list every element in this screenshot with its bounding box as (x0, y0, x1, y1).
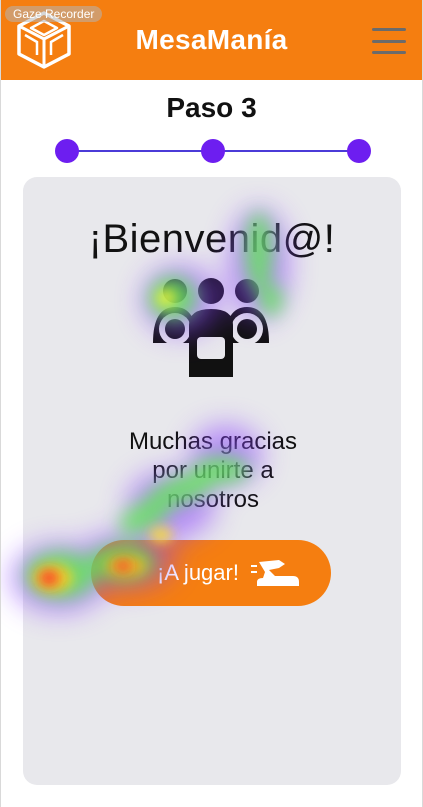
step-dot-3 (347, 139, 371, 163)
play-button-label: ¡A jugar! (157, 560, 239, 585)
step-dot-2 (201, 139, 225, 163)
game-piece-icon (250, 560, 299, 586)
watermark: Gaze Recorder (5, 6, 103, 22)
progress-stepper (55, 139, 371, 163)
app-screen: Gaze Recorder MesaManía Paso 3 ¡Bienveni… (0, 0, 423, 807)
thanks-line-2: por unirte a (152, 457, 274, 484)
group-of-people-icon (153, 278, 269, 377)
play-button[interactable]: ¡A jugar! (91, 540, 331, 606)
welcome-card: ¡Bienvenid@! Muchas gracias por unirte a… (23, 177, 401, 785)
thanks-line-1: Muchas gracias (128, 428, 298, 455)
step-title: Paso 3 (166, 92, 257, 123)
hamburger-menu-icon[interactable] (372, 28, 406, 54)
thanks-line-3: nosotros (166, 486, 260, 513)
welcome-heading: ¡Bienvenid@! (88, 217, 336, 261)
thanks-message: Muchas gracias por unirte a nosotros (63, 427, 363, 514)
step-dot-1 (55, 139, 79, 163)
app-title: MesaManía (135, 24, 288, 55)
